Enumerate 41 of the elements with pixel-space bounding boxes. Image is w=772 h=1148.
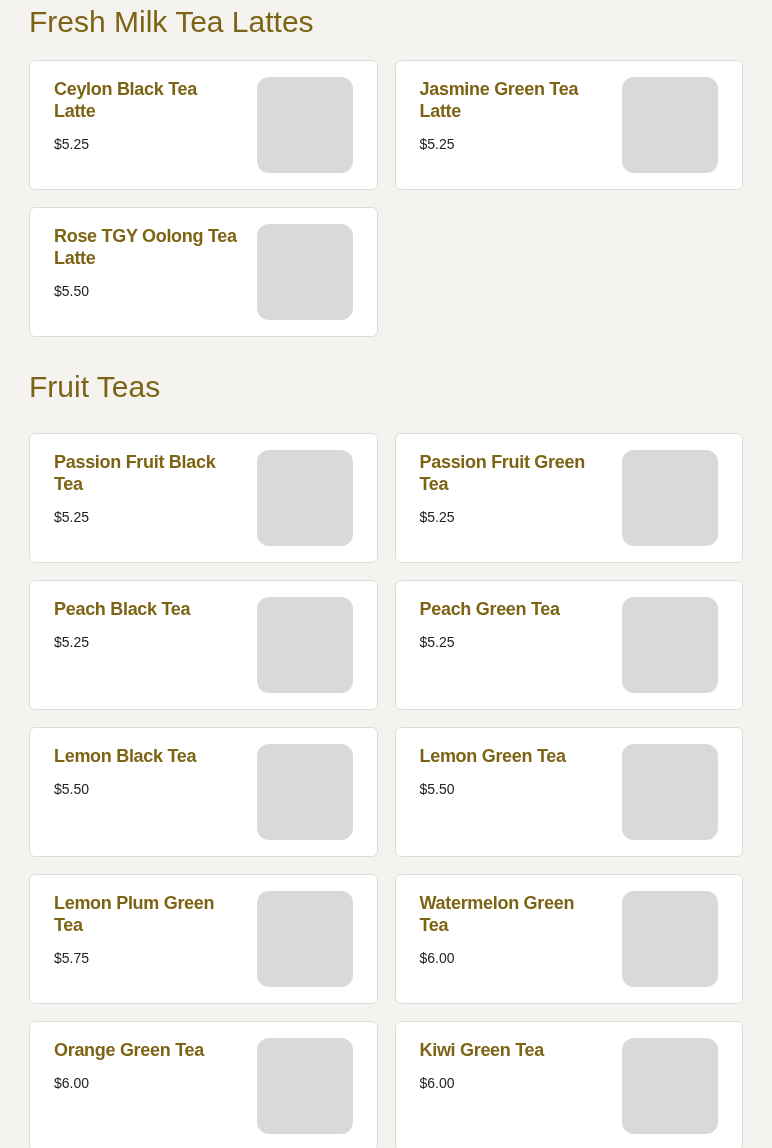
item-price: $6.00 (419, 949, 456, 967)
menu-item-card[interactable]: Jasmine Green Tea Latte $5.25 (394, 60, 743, 190)
section-heading: Fresh Milk Tea Lattes (29, 4, 315, 40)
item-name: Kiwi Green Tea (419, 1039, 546, 1061)
section-heading: Fruit Teas (29, 369, 162, 405)
item-name: Passion Fruit Black Tea (54, 451, 217, 495)
menu-item-card[interactable]: Watermelon Green Tea $6.00 (394, 874, 743, 1004)
item-price: $5.25 (54, 633, 91, 651)
item-price: $5.25 (419, 508, 456, 526)
item-name: Lemon Plum Green Tea (54, 892, 216, 936)
item-name: Ceylon Black Tea Latte (54, 78, 199, 122)
item-price: $6.00 (419, 1074, 456, 1092)
item-name: Lemon Black Tea (54, 745, 198, 767)
item-price: $5.50 (54, 282, 91, 300)
item-name: Peach Black Tea (54, 598, 192, 620)
menu-item-card[interactable]: Peach Green Tea $5.25 (394, 580, 743, 710)
item-name: Watermelon Green Tea (419, 892, 576, 936)
item-name: Jasmine Green Tea Latte (419, 78, 580, 122)
menu-item-card[interactable]: Kiwi Green Tea $6.00 (394, 1021, 743, 1148)
item-price: $5.25 (54, 508, 91, 526)
item-price: $5.50 (54, 780, 91, 798)
menu-item-card[interactable]: Rose TGY Oolong Tea Latte $5.50 (29, 207, 378, 337)
item-name: Orange Green Tea (54, 1039, 206, 1061)
item-price: $5.25 (419, 135, 456, 153)
menu-item-card[interactable]: Peach Black Tea $5.25 (29, 580, 378, 710)
menu-item-card[interactable]: Orange Green Tea $6.00 (29, 1021, 378, 1148)
item-name: Lemon Green Tea (419, 745, 567, 767)
menu-item-card[interactable]: Passion Fruit Green Tea $5.25 (394, 433, 743, 563)
item-name: Peach Green Tea (419, 598, 561, 620)
menu-item-card[interactable]: Ceylon Black Tea Latte $5.25 (29, 60, 378, 190)
item-name: Passion Fruit Green Tea (419, 451, 586, 495)
item-name: Rose TGY Oolong Tea Latte (54, 225, 238, 269)
item-price: $6.00 (54, 1074, 91, 1092)
item-price: $5.25 (419, 633, 456, 651)
menu-item-card[interactable]: Lemon Black Tea $5.50 (29, 727, 378, 857)
menu-item-card[interactable]: Passion Fruit Black Tea $5.25 (29, 433, 378, 563)
item-price: $5.50 (419, 780, 456, 798)
menu-item-card[interactable]: Lemon Plum Green Tea $5.75 (29, 874, 378, 1004)
item-price: $5.25 (54, 135, 91, 153)
item-price: $5.75 (54, 949, 91, 967)
menu-item-card[interactable]: Lemon Green Tea $5.50 (394, 727, 743, 857)
